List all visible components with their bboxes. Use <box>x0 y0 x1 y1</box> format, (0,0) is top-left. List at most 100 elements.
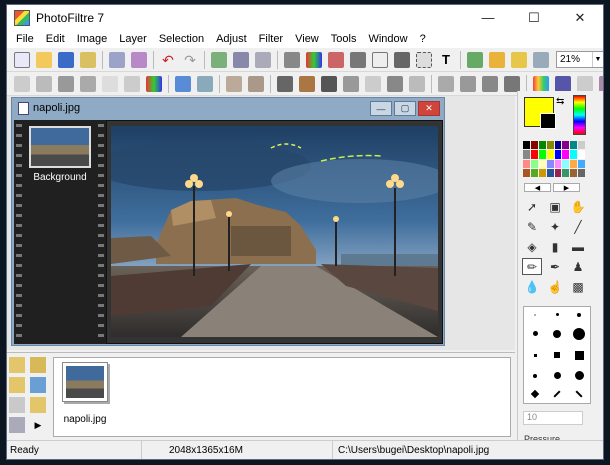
menu-layer[interactable]: Layer <box>113 33 153 45</box>
brush-shape-4px[interactable] <box>577 312 581 317</box>
menu-file[interactable]: File <box>10 33 40 45</box>
paste-icon[interactable] <box>233 51 249 68</box>
transparency-icon[interactable] <box>555 75 571 92</box>
palette-swatch[interactable] <box>562 141 570 150</box>
tree-expand-icon[interactable] <box>30 357 46 373</box>
auto-contrast-icon[interactable] <box>36 75 52 92</box>
close-button[interactable]: ✕ <box>557 5 603 30</box>
palette-swatch[interactable] <box>530 159 538 168</box>
tree-export-icon[interactable] <box>30 397 46 413</box>
transform-icon[interactable] <box>394 51 410 68</box>
menu-image[interactable]: Image <box>71 33 114 45</box>
image-size-icon[interactable] <box>284 51 300 68</box>
clone-tool-icon[interactable]: ▩ <box>568 278 588 295</box>
document-close-button[interactable]: ✕ <box>418 101 440 116</box>
brush-square-9px[interactable] <box>574 350 584 360</box>
spray-tool-icon[interactable]: ▮ <box>545 238 565 255</box>
paste-new-icon[interactable] <box>255 51 271 68</box>
layer-icon[interactable] <box>328 51 344 68</box>
redo-icon[interactable]: ↷ <box>182 52 198 68</box>
palette-swatch[interactable] <box>562 168 570 177</box>
palette-swatch[interactable] <box>523 150 530 159</box>
palette-swatch[interactable] <box>578 141 585 150</box>
blur-drop-tool-icon[interactable]: 💧 <box>522 278 542 295</box>
tree-view-icon[interactable] <box>9 357 25 373</box>
palette-swatch[interactable] <box>562 150 570 159</box>
pointer-tool-icon[interactable]: ➚ <box>522 198 542 215</box>
eraser-tool-icon[interactable]: ▬ <box>568 238 588 255</box>
stamp-tool-icon[interactable]: ♟ <box>568 258 588 275</box>
flip-horizontal-icon[interactable] <box>438 75 454 92</box>
browser-icon[interactable] <box>467 51 483 68</box>
brush-shape-8px[interactable] <box>553 329 561 338</box>
palette-swatch[interactable] <box>570 150 578 159</box>
eyedropper-tool-icon[interactable]: ✎ <box>522 218 542 235</box>
palette-swatch[interactable] <box>546 150 554 159</box>
brush-shape-12px[interactable] <box>573 327 585 340</box>
palette-swatch[interactable] <box>523 168 530 177</box>
rotate-right-icon[interactable] <box>504 75 520 92</box>
palette-swatch[interactable] <box>578 150 585 159</box>
fill-bucket-tool-icon[interactable]: ◈ <box>522 238 542 255</box>
palette-swatch[interactable] <box>523 159 530 168</box>
color-spectrum[interactable] <box>573 95 586 135</box>
brush-shape-3px[interactable] <box>555 313 559 317</box>
brush-shape-5px[interactable] <box>532 331 538 337</box>
negative-icon[interactable] <box>321 75 337 92</box>
palette-swatch[interactable] <box>538 141 546 150</box>
scanner-icon[interactable] <box>131 51 147 68</box>
text-icon[interactable]: T <box>438 52 454 68</box>
brush-square-3px[interactable] <box>533 353 537 357</box>
palette-swatch[interactable] <box>554 159 562 168</box>
brush-shape-star-small[interactable] <box>533 373 537 378</box>
palette-swatch[interactable] <box>562 159 570 168</box>
brush-shape-star-large[interactable] <box>574 371 584 381</box>
undo-icon[interactable]: ↶ <box>160 52 176 68</box>
brightness-down-icon[interactable] <box>58 75 74 92</box>
print-icon[interactable] <box>109 51 125 68</box>
palette-swatch[interactable] <box>538 159 546 168</box>
brush-shape-slash[interactable] <box>553 390 561 398</box>
document-maximize-button[interactable]: ▢ <box>394 101 416 116</box>
palette-swatch[interactable] <box>546 168 554 177</box>
brush-shape-backslash[interactable] <box>575 390 583 398</box>
menu-view[interactable]: View <box>289 33 325 45</box>
gamma-down-icon[interactable] <box>197 75 213 92</box>
contrast-up-icon[interactable] <box>124 75 140 92</box>
palette-swatch[interactable] <box>530 168 538 177</box>
tree-image-icon[interactable] <box>30 377 46 393</box>
magic-wand-tool-icon[interactable]: ✦ <box>545 218 565 235</box>
contrast-down-icon[interactable] <box>102 75 118 92</box>
color-palette[interactable] <box>523 141 585 177</box>
auto-levels-icon[interactable] <box>14 75 30 92</box>
menu-help[interactable]: ? <box>414 33 432 45</box>
save-as-icon[interactable] <box>80 51 96 68</box>
sharpen-icon[interactable] <box>387 75 403 92</box>
new-file-icon[interactable] <box>14 51 30 68</box>
maximize-button[interactable]: ☐ <box>511 5 557 30</box>
color-balance-icon[interactable] <box>226 75 242 92</box>
color-effects-icon[interactable] <box>533 75 549 92</box>
document-minimize-button[interactable]: — <box>370 101 392 116</box>
line-tool-icon[interactable]: ╱ <box>568 218 588 235</box>
menu-edit[interactable]: Edit <box>40 33 71 45</box>
blur-icon[interactable] <box>343 75 359 92</box>
selection-icon[interactable] <box>372 51 388 68</box>
palette-swatch[interactable] <box>538 168 546 177</box>
palette-swatch[interactable] <box>546 159 554 168</box>
palette-swatch[interactable] <box>554 168 562 177</box>
brightness-up-icon[interactable] <box>80 75 96 92</box>
menu-window[interactable]: Window <box>362 33 413 45</box>
palette-swatch[interactable] <box>554 150 562 159</box>
zoom-select[interactable]: 21% ▼ <box>556 51 603 68</box>
image-canvas[interactable] <box>111 126 438 337</box>
tree-folder-icon[interactable] <box>9 377 25 393</box>
palette-swatch[interactable] <box>546 141 554 150</box>
swap-colors-icon[interactable]: ⇆ <box>556 96 564 107</box>
palette-swatch[interactable] <box>578 159 585 168</box>
palette-next-icon[interactable]: ▶ <box>553 183 580 192</box>
sharpen-more-icon[interactable] <box>409 75 425 92</box>
menu-selection[interactable]: Selection <box>153 33 210 45</box>
hand-tool-icon[interactable]: ✋ <box>568 198 588 215</box>
marquee-icon[interactable] <box>416 51 432 68</box>
